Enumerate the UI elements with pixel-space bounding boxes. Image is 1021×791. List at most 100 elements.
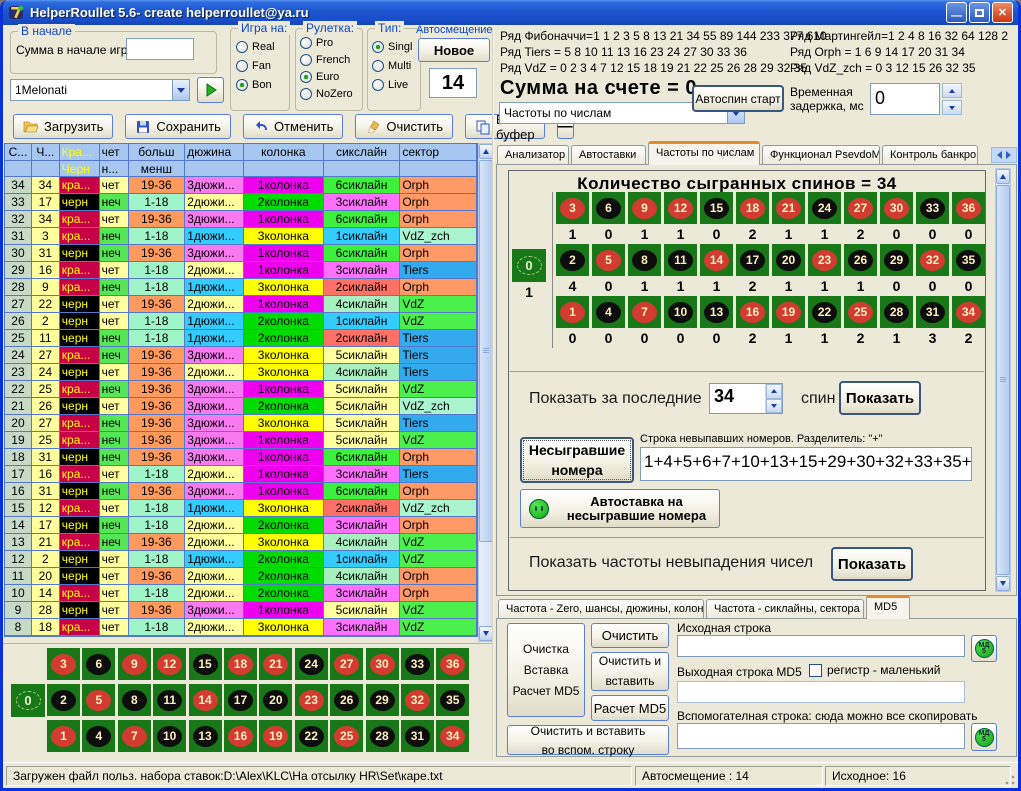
delay-up-button[interactable] [942, 83, 962, 98]
md5-aux-calc-button[interactable]: МД5 [971, 723, 997, 751]
tab-частота-zero-шансы-дюжины-колонки[interactable]: Частота - Zero, шансы, дюжины, колонки [498, 599, 704, 619]
history-row[interactable]: 122чернчет1-181дюжи...2колонка1сиклайнVd… [5, 551, 477, 568]
bet-cell-12[interactable]: 12 [153, 648, 186, 680]
bet-cell-11[interactable]: 11 [153, 684, 186, 716]
spin-count-down-button[interactable] [766, 399, 782, 414]
register-checkbox[interactable] [809, 664, 822, 677]
bet-cell-19[interactable]: 19 [259, 720, 292, 752]
bet-cell-26[interactable]: 26 [330, 684, 363, 716]
start-sum-input[interactable] [126, 38, 194, 60]
delay-down-button[interactable] [942, 100, 962, 115]
bet-cell-23[interactable]: 23 [295, 684, 328, 716]
minimize-button[interactable]: — [946, 2, 967, 23]
md5-clear-button[interactable]: Очистить [591, 623, 669, 648]
md5-output-input[interactable] [677, 681, 965, 703]
md5-clear-paste-calc-button[interactable]: Очистка Вставка Расчет MD5 [507, 623, 585, 717]
tab-функционал-psevdoms[interactable]: Функционал PsevdoMS [762, 145, 880, 165]
tab-частоты-по-числам[interactable]: Частоты по числам [648, 141, 760, 165]
history-row[interactable]: 2511черннеч1-181дюжи...2колонка2сиклайнT… [5, 330, 477, 347]
close-button[interactable]: ✕ [992, 2, 1013, 23]
history-row[interactable]: 3317черннеч1-182дюжи...2колонка3сиклайнO… [5, 194, 477, 211]
radio-french[interactable]: French [300, 51, 353, 68]
missing-freq-button[interactable]: Показать [831, 547, 913, 581]
history-row[interactable]: 2225кра...неч19-363дюжи...1колонка5сикла… [5, 381, 477, 398]
tab-частота-сиклайны-сектора[interactable]: Частота - сиклайны, сектора [706, 599, 864, 619]
bet-cell-20[interactable]: 20 [259, 684, 292, 716]
radio-pro[interactable]: Pro [300, 34, 353, 51]
history-row[interactable]: 1716кра...чет1-182дюжи...1колонка3сиклай… [5, 466, 477, 483]
undo-button[interactable]: Отменить [243, 114, 343, 139]
preset-combobox[interactable]: 1Melonati [10, 79, 190, 101]
tab-автоставки[interactable]: Автоставки [571, 145, 646, 165]
history-row[interactable]: 1925кра...неч19-363дюжи...1колонка5сикла… [5, 432, 477, 449]
bet-cell-13[interactable]: 13 [189, 720, 222, 752]
history-row[interactable]: 2427кра...неч19-363дюжи...3колонка5сикла… [5, 347, 477, 364]
bet-cell-30[interactable]: 30 [366, 648, 399, 680]
spin-count-value[interactable]: 34 [710, 384, 765, 413]
history-row[interactable]: 313кра...неч1-181дюжи...3колонка1сиклайн… [5, 228, 477, 245]
history-row[interactable]: 2722чернчет19-362дюжи...1колонка4сиклайн… [5, 296, 477, 313]
radio-euro[interactable]: Euro [300, 68, 353, 85]
history-row[interactable]: 2916кра...чет1-182дюжи...1колонка3сиклай… [5, 262, 477, 279]
autospin-start-button[interactable]: Автоспин старт [692, 85, 784, 112]
md5-aux-input[interactable] [677, 723, 965, 749]
radio-fan[interactable]: Fan [236, 56, 275, 75]
bet-cell-1[interactable]: 1 [47, 720, 80, 752]
history-row[interactable]: 2324чернчет19-362дюжи...3колонка4сиклайн… [5, 364, 477, 381]
history-row[interactable]: 1831черннеч19-363дюжи...1колонка6сиклайн… [5, 449, 477, 466]
bet-cell-27[interactable]: 27 [330, 648, 363, 680]
freq-scroll-down-icon[interactable] [996, 576, 1010, 591]
tab-анализатор[interactable]: Анализатор [497, 145, 569, 165]
spin-count-up-button[interactable] [766, 384, 782, 399]
bet-cell-7[interactable]: 7 [118, 720, 151, 752]
md5-calc-button[interactable]: Расчет MD5 [591, 695, 669, 721]
history-row[interactable]: 3234кра...чет19-363дюжи...1колонка6сикла… [5, 211, 477, 228]
bet-cell-0[interactable]: 0 [11, 684, 45, 717]
bet-cell-34[interactable]: 34 [436, 720, 469, 752]
show-last-button[interactable]: Показать [839, 381, 921, 415]
radio-singl[interactable]: Singl [372, 37, 412, 56]
radio-multi[interactable]: Multi [372, 56, 412, 75]
bet-cell-36[interactable]: 36 [436, 648, 469, 680]
bet-cell-29[interactable]: 29 [366, 684, 399, 716]
bet-cell-21[interactable]: 21 [259, 648, 292, 680]
history-row[interactable]: 2027кра...неч19-363дюжи...3колонка5сикла… [5, 415, 477, 432]
bet-cell-18[interactable]: 18 [224, 648, 257, 680]
bet-cell-8[interactable]: 8 [118, 684, 151, 716]
bet-cell-24[interactable]: 24 [295, 648, 328, 680]
history-row[interactable]: 1014кра...чет1-182дюжи...2колонка3сиклай… [5, 585, 477, 602]
tab-md5[interactable]: MD5 [866, 595, 910, 619]
history-row[interactable]: 1631черннеч19-363дюжи...1колонка6сиклайн… [5, 483, 477, 500]
freq-scroll-thumb[interactable] [996, 185, 1010, 575]
freq-scrollbar[interactable] [995, 168, 1011, 592]
md5-source-input[interactable] [677, 635, 965, 657]
bet-cell-15[interactable]: 15 [189, 648, 222, 680]
bet-cell-31[interactable]: 31 [401, 720, 434, 752]
load-button[interactable]: Загрузить [13, 114, 113, 139]
bet-cell-3[interactable]: 3 [47, 648, 80, 680]
bet-cell-5[interactable]: 5 [82, 684, 115, 716]
delay-value[interactable]: 0 [870, 83, 940, 115]
bet-cell-33[interactable]: 33 [401, 648, 434, 680]
freq-scroll-up-icon[interactable] [996, 169, 1010, 184]
save-button[interactable]: Сохранить [125, 114, 231, 139]
md5-clear-and-paste-button[interactable]: Очистить и вставить [591, 652, 669, 691]
new-shift-button[interactable]: Новое [418, 38, 490, 62]
bet-cell-9[interactable]: 9 [118, 648, 151, 680]
tab-контроль-банкро[interactable]: Контроль банкро [882, 145, 978, 165]
maximize-button[interactable] [969, 2, 990, 23]
bet-cell-6[interactable]: 6 [82, 648, 115, 680]
history-row[interactable]: 1120чернчет19-362дюжи...2колонка4сиклайн… [5, 568, 477, 585]
play-button[interactable] [197, 77, 224, 103]
radio-real[interactable]: Real [236, 37, 275, 56]
autobet-unplayed-button[interactable]: Автоставка на несыгравшие номера [520, 489, 720, 528]
history-row[interactable]: 3031черннеч19-363дюжи...1колонка6сиклайн… [5, 245, 477, 262]
bet-cell-25[interactable]: 25 [330, 720, 363, 752]
tab-scroll-right-icon[interactable] [1006, 151, 1011, 159]
md5-source-calc-button[interactable]: МД5 [971, 635, 997, 662]
bet-cell-28[interactable]: 28 [366, 720, 399, 752]
md5-clear-paste-aux-button[interactable]: Очистить и вставить во вспом. строку [507, 725, 669, 755]
bet-cell-32[interactable]: 32 [401, 684, 434, 716]
history-row[interactable]: 1417черннеч1-182дюжи...2колонка3сиклайнO… [5, 517, 477, 534]
history-row[interactable]: 289кра...неч1-181дюжи...3колонка2сиклайн… [5, 279, 477, 296]
